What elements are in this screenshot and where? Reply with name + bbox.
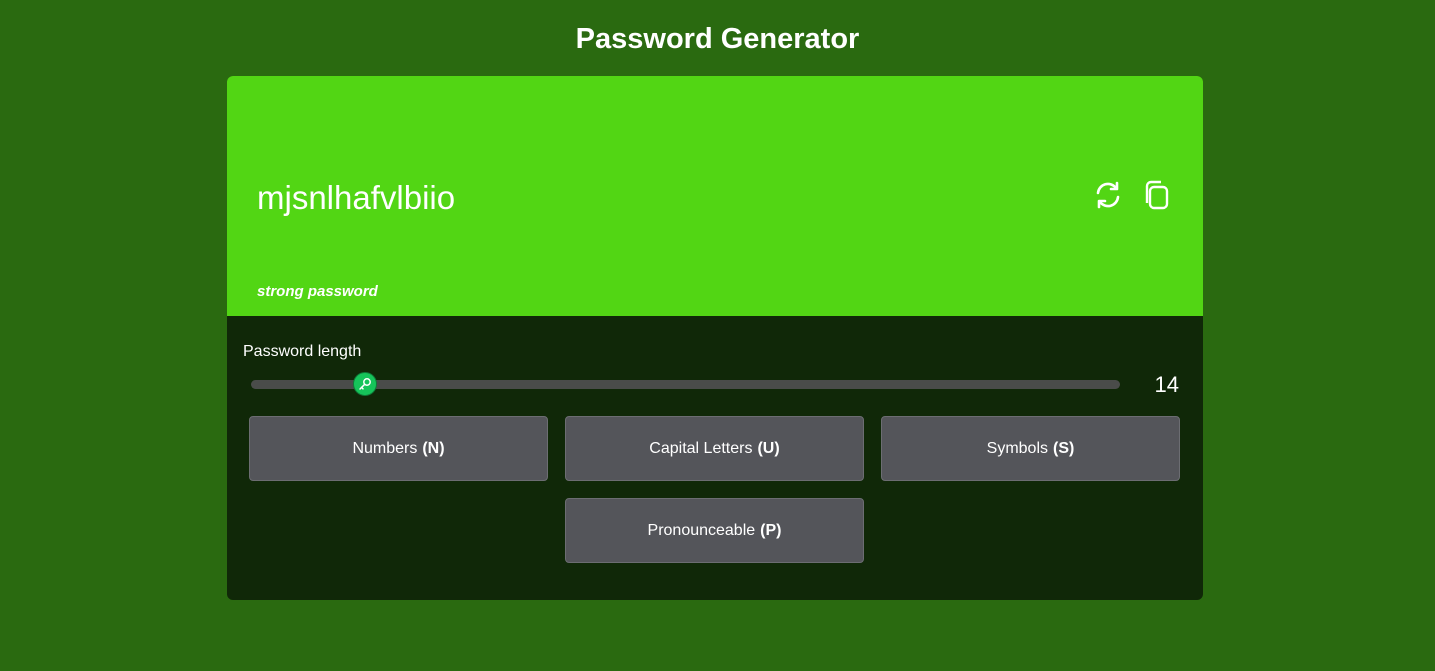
- refresh-button[interactable]: [1091, 178, 1125, 212]
- password-display: mjsnlhafvlbiio strong password: [227, 76, 1203, 316]
- capital-letters-option-button[interactable]: Capital Letters (U): [565, 416, 864, 481]
- numbers-option-button[interactable]: Numbers (N): [249, 416, 548, 481]
- generator-card: mjsnlhafvlbiio strong password Password …: [227, 76, 1203, 600]
- capital-letters-option-shortcut: (U): [757, 439, 780, 457]
- copy-icon: [1145, 180, 1169, 210]
- pronounceable-option-label: Pronounceable: [647, 521, 756, 539]
- controls-panel: Password length 14 Numbers (N) Capital L…: [227, 316, 1203, 600]
- numbers-option-label: Numbers: [352, 439, 418, 457]
- strength-label: strong password: [257, 283, 378, 300]
- password-length-label: Password length: [243, 343, 362, 360]
- copy-button[interactable]: [1139, 178, 1173, 212]
- key-icon: [359, 378, 372, 390]
- symbols-option-button[interactable]: Symbols (S): [881, 416, 1180, 481]
- generated-password[interactable]: mjsnlhafvlbiio: [257, 176, 455, 220]
- pronounceable-option-button[interactable]: Pronounceable (P): [565, 498, 864, 563]
- password-length-value: 14: [1154, 372, 1179, 397]
- length-slider-track[interactable]: [251, 380, 1120, 389]
- capital-letters-option-label: Capital Letters: [649, 439, 753, 457]
- pronounceable-option-shortcut: (P): [760, 521, 782, 539]
- length-slider-thumb[interactable]: [353, 372, 378, 396]
- symbols-option-shortcut: (S): [1053, 439, 1075, 457]
- refresh-icon: [1096, 181, 1120, 209]
- page-title: Password Generator: [575, 23, 860, 55]
- symbols-option-label: Symbols: [986, 439, 1049, 457]
- numbers-option-shortcut: (N): [422, 439, 445, 457]
